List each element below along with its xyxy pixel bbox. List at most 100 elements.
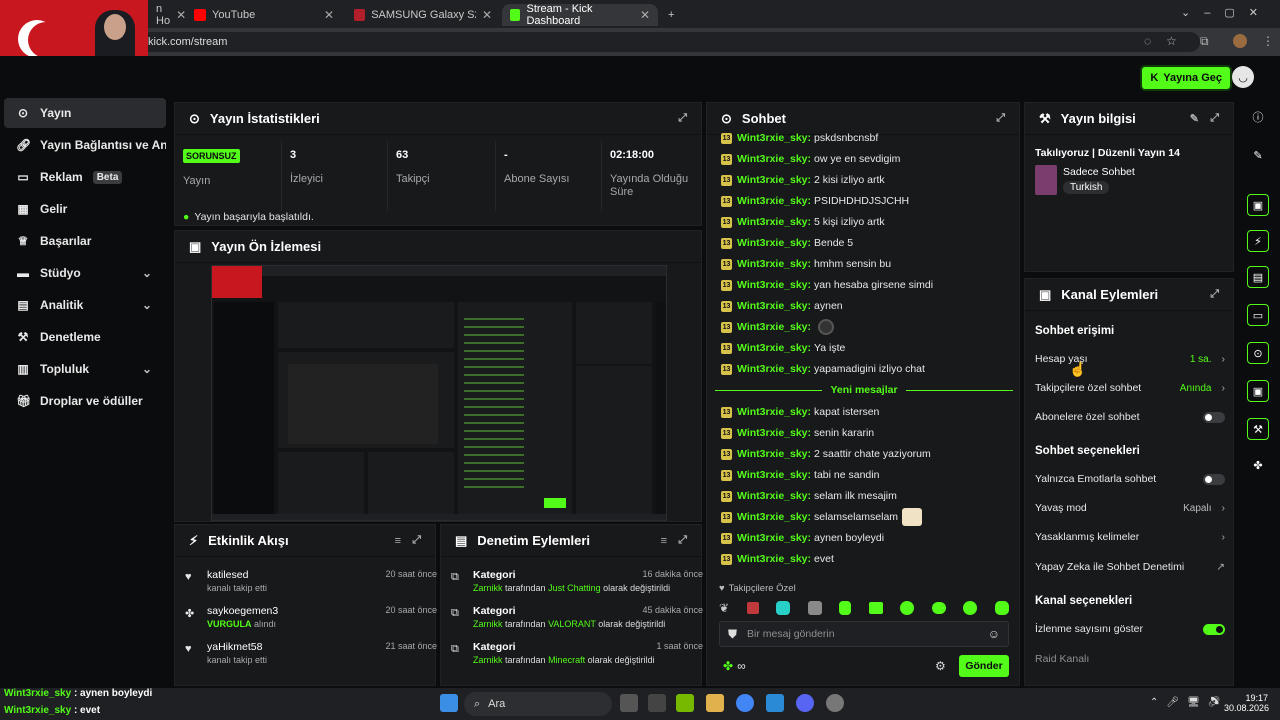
sidebar-item-stream-key[interactable]: 🔗︎Yayın Bağlantısı ve Anahtar bbox=[4, 130, 166, 160]
user-avatar[interactable]: ◡ bbox=[1232, 66, 1254, 88]
toggle-switch[interactable] bbox=[1203, 623, 1225, 635]
chat-message: 13 Wint3rxie_sky: hmhm sensin bu bbox=[721, 258, 892, 270]
raid-channel-setting[interactable]: Raid Kanalı bbox=[1035, 649, 1225, 669]
emote-icon[interactable] bbox=[963, 601, 978, 615]
subscriber-badge: 13 bbox=[721, 427, 732, 439]
emote-icon[interactable]: ❦ bbox=[719, 601, 729, 615]
emote-icon[interactable] bbox=[839, 601, 852, 615]
beta-badge: Beta bbox=[92, 170, 123, 184]
emote-icon[interactable] bbox=[776, 601, 791, 615]
emote-icon[interactable] bbox=[746, 602, 759, 614]
window-controls[interactable]: ⌄–▢✕ bbox=[1181, 6, 1272, 19]
sidebar-item-studio[interactable]: ▬ Stüdyo ⌄ bbox=[4, 258, 166, 288]
slow-mode-setting[interactable]: Yavaş mod Kapalı › bbox=[1035, 498, 1225, 518]
expand-icon[interactable]: ⤢ bbox=[1210, 112, 1219, 125]
chrome-icon[interactable] bbox=[736, 694, 754, 712]
filter-icon[interactable]: ≡ bbox=[661, 535, 667, 547]
url-field[interactable]: kick.com/stream bbox=[140, 32, 1200, 52]
subscriber-badge: 13 bbox=[721, 342, 732, 354]
stats-panel-icon[interactable]: ▣ bbox=[1247, 194, 1269, 216]
section-title: Kanal seçenekleri bbox=[1035, 595, 1133, 607]
star-icon[interactable]: ☆ bbox=[1166, 34, 1177, 48]
new-tab-button[interactable]: + bbox=[660, 4, 680, 26]
bolt-icon[interactable]: ⚡︎ bbox=[1247, 230, 1269, 252]
close-icon[interactable]: ✕ bbox=[482, 8, 492, 22]
sidebar-item-drops[interactable]: 🎁︎ Droplar ve ödüller bbox=[4, 386, 166, 416]
emote-icon[interactable] bbox=[807, 601, 822, 615]
account-age-setting[interactable]: Hesap yaşı 1 sa. › bbox=[1035, 349, 1225, 369]
expand-icon[interactable]: ⤢ bbox=[1210, 288, 1219, 301]
show-viewers-setting[interactable]: İzlenme sayısını göster bbox=[1035, 619, 1225, 639]
sidebar-item-achievements[interactable]: ♕ Başarılar bbox=[4, 226, 166, 256]
emoji-icon[interactable]: ☺ bbox=[988, 627, 1000, 641]
emote-icon[interactable] bbox=[994, 601, 1009, 615]
sidebar-item-moderation[interactable]: ⚒ Denetleme bbox=[4, 322, 166, 352]
tab-youtube[interactable]: YouTube ✕ bbox=[186, 4, 342, 26]
obs-icon[interactable] bbox=[826, 694, 844, 712]
task-view-icon[interactable] bbox=[620, 694, 638, 712]
preview-rail bbox=[656, 302, 666, 514]
gift-icon[interactable]: ✤ bbox=[1247, 454, 1269, 476]
followers-chat-setting[interactable]: Takipçilere özel sohbet Anında › bbox=[1035, 378, 1225, 398]
subscriber-badge: 13 bbox=[721, 279, 732, 291]
extensions-icon[interactable]: ⧉ bbox=[1200, 34, 1209, 49]
taskbar-search[interactable]: ⌕ Ara bbox=[464, 692, 612, 716]
tab-1[interactable]: n Ho ✕ bbox=[148, 3, 186, 27]
tab-samsung[interactable]: SAMSUNG Galaxy S25 5G 12 GB ✕ bbox=[346, 4, 500, 26]
file-explorer-icon[interactable] bbox=[706, 694, 724, 712]
filter-icon[interactable]: ≡ bbox=[395, 535, 401, 547]
emote-icon[interactable] bbox=[900, 601, 915, 615]
sidebar-item-yayin[interactable]: ⊙ Yayın bbox=[4, 98, 166, 128]
banned-words-setting[interactable]: Yasaklanmış kelimeler › bbox=[1035, 527, 1225, 547]
chevron-right-icon: › bbox=[1221, 531, 1226, 543]
sidebar-item-revenue[interactable]: ▦ Gelir bbox=[4, 194, 166, 224]
wrench-icon[interactable]: ⚒ bbox=[1247, 418, 1269, 440]
profile-avatar[interactable] bbox=[1233, 34, 1247, 48]
app-icon[interactable] bbox=[766, 694, 784, 712]
close-icon[interactable]: ✕ bbox=[640, 8, 650, 22]
windows-start-icon[interactable] bbox=[440, 694, 458, 712]
expand-icon[interactable]: ⤢ bbox=[996, 112, 1005, 125]
list-icon[interactable]: ▤ bbox=[1247, 266, 1269, 288]
youtube-icon bbox=[194, 9, 206, 21]
chat-message: 13 Wint3rxie_sky: yan hesaba girsene simdi bbox=[721, 279, 934, 291]
edit-icon[interactable]: ✎ bbox=[1190, 112, 1199, 125]
toggle-switch[interactable] bbox=[1203, 473, 1225, 485]
gear-icon[interactable]: ⚙ bbox=[935, 659, 946, 673]
channel-points[interactable]: ✤ ∞ bbox=[723, 659, 746, 673]
sidebar-item-ads[interactable]: ▭ Reklam Beta bbox=[4, 162, 166, 192]
ai-moderation-setting[interactable]: Yapay Zeka ile Sohbet Denetimi ↗ bbox=[1035, 557, 1225, 577]
close-icon[interactable]: ✕ bbox=[324, 8, 334, 22]
expand-icon[interactable]: ⤢ bbox=[678, 112, 687, 125]
channel-icon[interactable]: ▣ bbox=[1247, 380, 1269, 402]
preview-video[interactable] bbox=[211, 265, 667, 521]
chat-icon[interactable]: ▭ bbox=[1247, 304, 1269, 326]
send-button[interactable]: Gönder bbox=[959, 655, 1009, 677]
expand-icon[interactable]: ⤢ bbox=[678, 534, 687, 547]
discord-icon[interactable] bbox=[796, 694, 814, 712]
expand-icon[interactable]: ⤢ bbox=[412, 534, 421, 547]
chevron-down-icon: ⌄ bbox=[141, 298, 152, 312]
edit-icon[interactable]: ✎ bbox=[1247, 144, 1269, 166]
target-icon[interactable]: ⊙ bbox=[1247, 342, 1269, 364]
person-face bbox=[104, 14, 126, 40]
emote-icon[interactable] bbox=[868, 602, 883, 614]
app-icon[interactable] bbox=[648, 694, 666, 712]
chat-message: 13 Wint3rxie_sky: 5 kişi izliyo artk bbox=[721, 216, 885, 228]
system-tray[interactable]: ⌃🎤︎🖥︎🔊︎ bbox=[1150, 697, 1228, 708]
close-icon[interactable]: ✕ bbox=[176, 8, 186, 22]
sidebar-item-community[interactable]: ▥ Topluluk ⌄ bbox=[4, 354, 166, 384]
chat-input[interactable]: ⛊ Bir mesaj gönderin ☺ bbox=[719, 621, 1009, 647]
tab-kick-dashboard[interactable]: Stream - Kick Dashboard ✕ bbox=[502, 3, 658, 27]
menu-icon[interactable]: ⋮ bbox=[1262, 34, 1274, 48]
emote-only-setting[interactable]: Yalnızca Emotlarla sohbet bbox=[1035, 469, 1225, 489]
sidebar-item-analytics[interactable]: ▤ Analitik ⌄ bbox=[4, 290, 166, 320]
emote-icon[interactable] bbox=[931, 602, 946, 614]
nvidia-icon[interactable] bbox=[676, 694, 694, 712]
go-live-button[interactable]: K Yayına Geç bbox=[1142, 67, 1230, 89]
clock[interactable]: 19:17 30.08.2026 bbox=[1224, 693, 1269, 713]
eye-off-icon[interactable]: ◌ bbox=[1144, 34, 1151, 48]
toggle-switch[interactable] bbox=[1203, 411, 1225, 423]
subscribers-chat-setting[interactable]: Abonelere özel sohbet bbox=[1035, 407, 1225, 427]
info-icon[interactable]: ⓘ bbox=[1247, 106, 1269, 128]
